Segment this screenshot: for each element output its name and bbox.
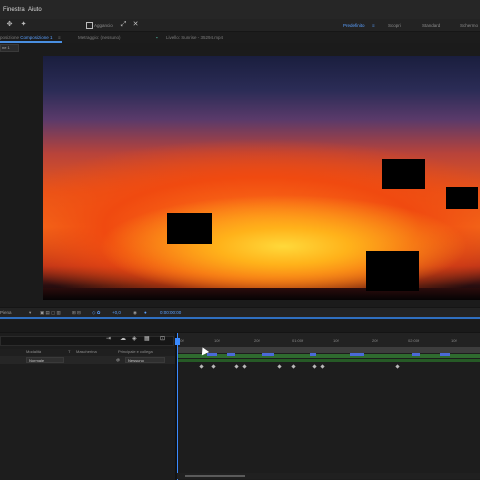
time-ruler[interactable] — [177, 333, 480, 347]
marker-segment[interactable] — [207, 353, 217, 356]
workspace-menu-icon[interactable]: ≡ — [372, 23, 375, 28]
workspace-scopri[interactable]: Scopri — [388, 23, 401, 28]
draft-3d-icon[interactable]: ☁ — [120, 335, 126, 342]
resolution-select[interactable]: Piena — [0, 310, 12, 315]
marker-segment[interactable] — [412, 353, 420, 356]
pin-tool-icon[interactable]: ✦ — [20, 21, 27, 28]
graph-editor-icon[interactable]: ⊡ — [160, 335, 165, 342]
layer-mode-select[interactable]: Normale — [26, 357, 64, 363]
marker-segment[interactable] — [262, 353, 274, 356]
comp-flow-icon[interactable]: ⇥ — [106, 335, 111, 342]
marker-segment[interactable] — [350, 353, 364, 356]
playhead-line[interactable] — [177, 333, 178, 480]
tab-layer[interactable]: Livello: Sunrise - 35294.mp4 — [166, 35, 223, 40]
ruler-label: 10f — [451, 338, 457, 343]
col-parent: Principale e collega — [118, 349, 153, 354]
tab-composition-prefix: posizione — [0, 35, 20, 40]
pickwhip-icon[interactable]: @ — [116, 357, 120, 362]
ruler-label: 02:00f — [408, 338, 420, 343]
hand-tool-icon[interactable]: ✥ — [6, 21, 13, 28]
col-mask: Mascherina — [76, 349, 97, 354]
snap-label: Aggancio — [94, 23, 113, 28]
exposure-value[interactable]: +0,0 — [112, 310, 121, 315]
ruler-label: 10f — [333, 338, 339, 343]
marker-segment[interactable] — [310, 353, 316, 356]
ruler-label: 01:00f — [292, 338, 304, 343]
layer-duration-bar[interactable] — [177, 354, 480, 358]
marker-segment[interactable] — [440, 353, 450, 356]
ruler-label: 20f — [372, 338, 378, 343]
timeline-tab-bar — [0, 320, 480, 333]
viewer-timecode[interactable]: 0:00:00:00 — [160, 310, 181, 315]
black-square-2[interactable] — [382, 159, 425, 189]
black-square-1[interactable] — [167, 213, 212, 244]
layer-parent-select[interactable]: Nessuno — [125, 357, 165, 363]
color-icon[interactable]: ◇ ✿ — [92, 310, 100, 316]
grid-icon[interactable]: ⊞ ⊟ — [72, 310, 81, 316]
col-t: T — [68, 349, 71, 354]
work-area-bar[interactable] — [177, 347, 480, 353]
chevron-down-icon[interactable]: ▾ — [29, 310, 31, 316]
ruler-label: 10f — [214, 338, 220, 343]
tab-composition[interactable]: posizione Composizione 1 — [0, 35, 53, 40]
snapshot-icon[interactable]: ◉ — [133, 310, 137, 316]
toolbar: ✥ ✦ Aggancio ⤢ ✕ Predefinito ≡ Scopri St… — [0, 19, 480, 32]
shape-tool-icon[interactable]: ✕ — [132, 21, 139, 28]
playhead-handle[interactable] — [175, 338, 180, 345]
mask-select[interactable] — [72, 357, 108, 363]
composition-frame[interactable] — [43, 56, 480, 300]
workspace-standard[interactable]: Standard — [422, 23, 440, 28]
marker-segment[interactable] — [227, 353, 235, 356]
expand-icon[interactable]: ⤢ — [120, 21, 127, 28]
comp-breadcrumb[interactable]: ne 1 — [0, 44, 19, 52]
ruler-label: 20f — [254, 338, 260, 343]
workspace-schermo[interactable]: Schermo — [460, 23, 478, 28]
snap-checkbox-icon[interactable] — [86, 22, 93, 29]
zoom-slider[interactable] — [185, 475, 245, 477]
menu-finestra[interactable]: Finestra — [3, 7, 25, 13]
menu-aiuto[interactable]: Aiuto — [28, 7, 42, 13]
show-snapshot-icon[interactable]: ● — [144, 310, 147, 315]
black-square-4[interactable] — [366, 251, 419, 291]
workspace-predefinito[interactable]: Predefinito — [343, 23, 365, 28]
menu-bar: Finestra Aiuto — [0, 0, 480, 19]
layer-track[interactable] — [177, 359, 480, 362]
region-icon[interactable]: ▣ ▤ ▢ ▥ — [40, 310, 61, 316]
tab-composition-name: Composizione 1 — [20, 35, 53, 40]
tab-menu-icon[interactable]: ≡ — [58, 35, 61, 40]
black-square-3[interactable] — [446, 187, 478, 209]
tab-footage[interactable]: Metraggio: (nessuno) — [78, 35, 121, 40]
shy-icon[interactable]: ◈ — [132, 335, 137, 342]
col-mode: Modalità — [26, 349, 42, 354]
frame-blend-icon[interactable]: ▦ — [144, 335, 150, 342]
layer-tab-icon: ▪ — [156, 35, 158, 40]
